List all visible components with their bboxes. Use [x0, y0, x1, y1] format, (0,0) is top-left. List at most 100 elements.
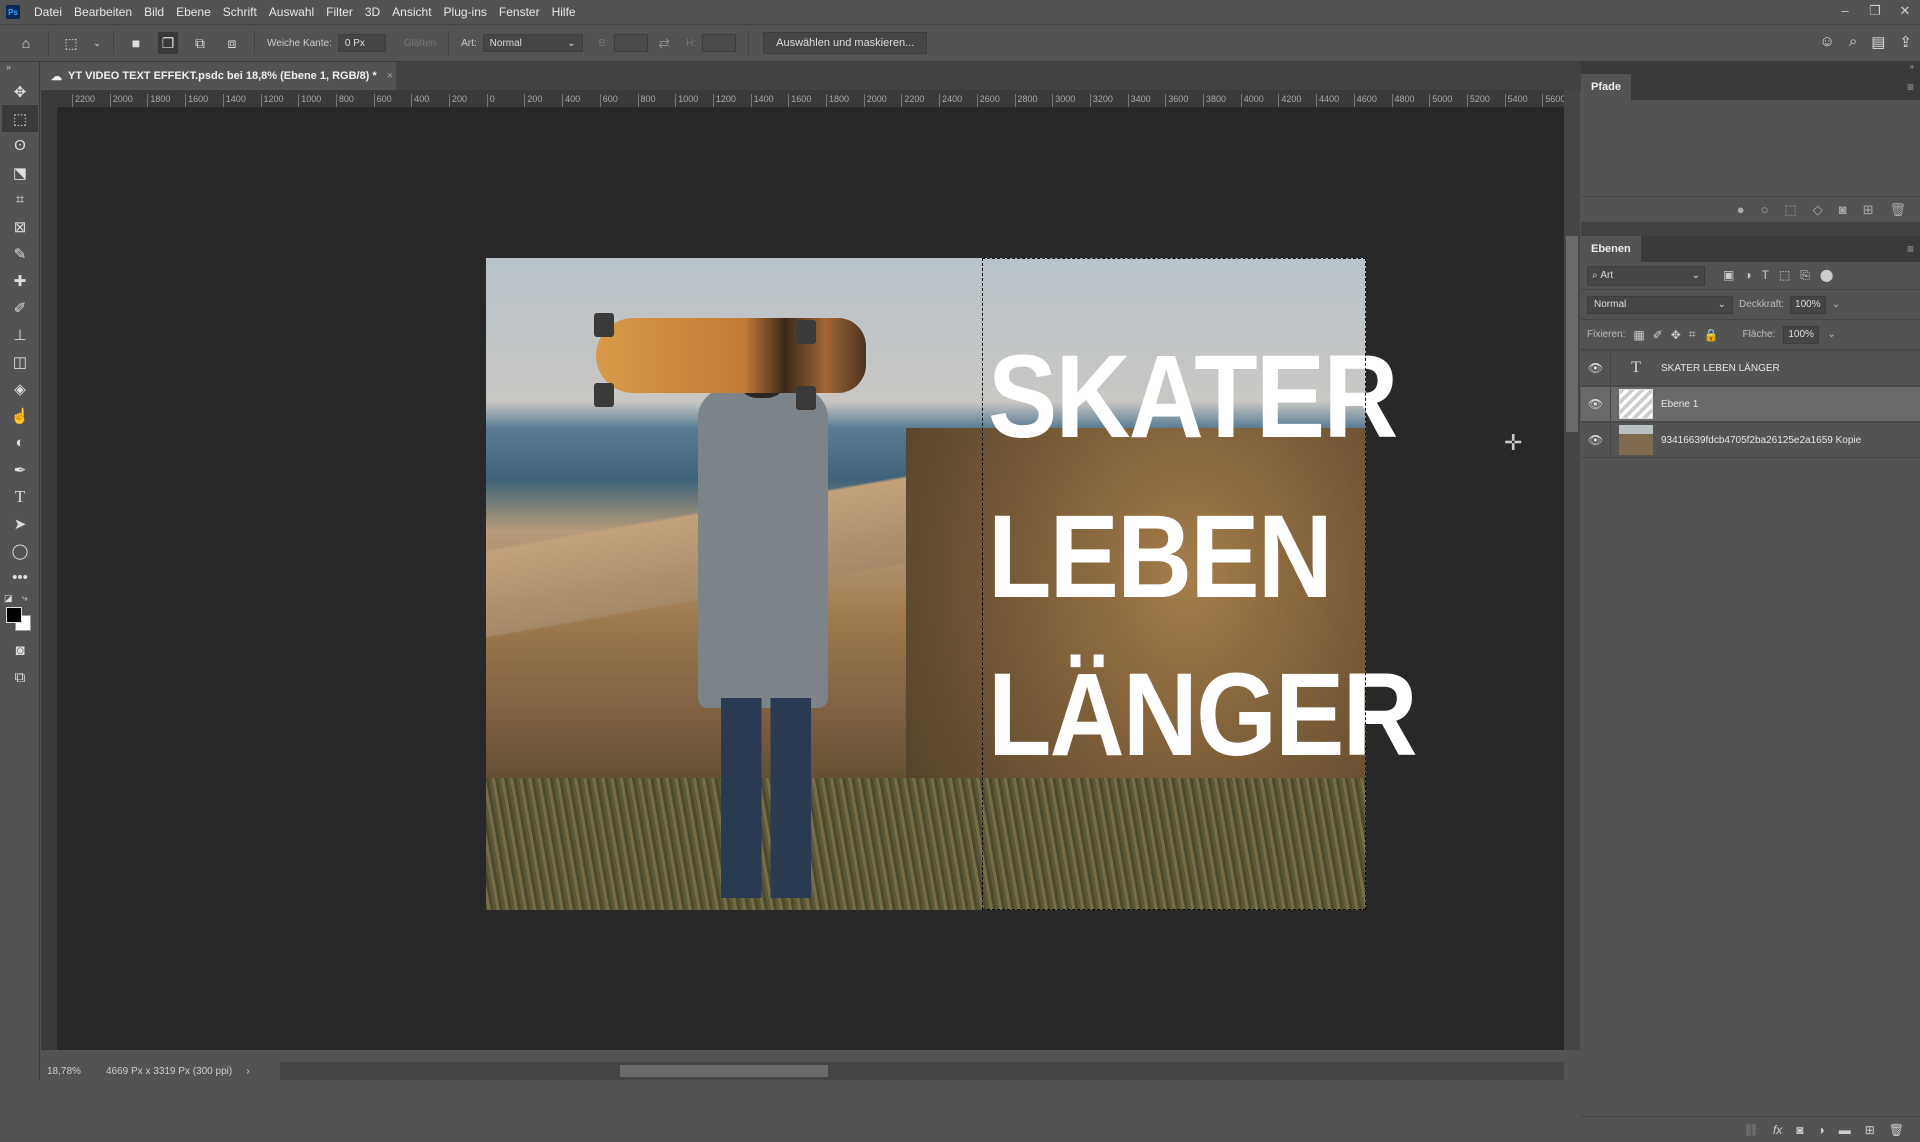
layer-row-ebene-1[interactable]: 👁 Ebene 1	[1581, 386, 1920, 422]
layer-name[interactable]: Ebene 1	[1661, 399, 1698, 410]
panel-menu-icon[interactable]: ≡	[1907, 80, 1914, 94]
visibility-eye-icon[interactable]: 👁	[1581, 387, 1611, 421]
fill-input[interactable]: 100%	[1783, 325, 1820, 344]
share-user-icon[interactable]: ☺	[1820, 33, 1835, 51]
lasso-tool-icon[interactable]: ʘ	[2, 132, 38, 159]
eyedropper-tool-icon[interactable]: ✎	[2, 240, 38, 267]
menu-bearbeiten[interactable]: Bearbeiten	[74, 5, 132, 19]
fx-icon[interactable]: fx	[1773, 1123, 1782, 1137]
lock-artboard-icon[interactable]: ⌗	[1689, 327, 1696, 342]
crop-tool-icon[interactable]: ⌗	[2, 186, 38, 213]
adjustment-layer-icon[interactable]: ◑	[1817, 1123, 1824, 1137]
share-icon[interactable]: ⇪	[1899, 33, 1912, 51]
chevron-right-icon[interactable]: ›	[246, 1066, 249, 1077]
close-window-button[interactable]: ✕	[1890, 0, 1920, 22]
make-work-path-icon[interactable]: ◇	[1813, 202, 1823, 218]
home-icon[interactable]: ⌂	[16, 32, 36, 54]
horizontal-scrollbar[interactable]	[280, 1062, 1564, 1080]
layer-row-smart-object[interactable]: 👁 93416639fdcb4705f2ba26125e2a1659 Kopie	[1581, 422, 1920, 458]
opacity-input[interactable]: 100%	[1790, 295, 1827, 314]
marquee-selection[interactable]	[982, 258, 1366, 910]
collapse-panel-icon[interactable]: »	[1581, 62, 1920, 74]
document-tab[interactable]: ☁ YT VIDEO TEXT EFFEKT.psdc bei 18,8% (E…	[41, 62, 396, 90]
chevron-down-icon[interactable]: ⌄	[1827, 329, 1835, 340]
lock-pixels-icon[interactable]: ✐	[1653, 328, 1663, 342]
chevron-down-icon[interactable]: ⌄	[1832, 299, 1840, 310]
delete-path-icon[interactable]: 🗑	[1889, 202, 1906, 218]
path-selection-tool-icon[interactable]: ➤	[2, 510, 38, 537]
swap-icon[interactable]: ⇄	[654, 32, 674, 54]
fill-path-icon[interactable]: ●	[1737, 202, 1745, 217]
zoom-level[interactable]: 18,78%	[41, 1066, 96, 1077]
menu-schrift[interactable]: Schrift	[223, 5, 257, 19]
lock-transparency-icon[interactable]: ▦	[1633, 328, 1644, 342]
filter-shape-icon[interactable]: ⬚	[1779, 268, 1790, 283]
chevron-down-icon[interactable]: ⌄	[93, 32, 101, 54]
layer-name[interactable]: SKATER LEBEN LÄNGER	[1661, 363, 1780, 374]
style-select[interactable]: Normal ⌄	[482, 34, 583, 52]
foreground-color[interactable]	[6, 607, 22, 623]
menu-3d[interactable]: 3D	[365, 5, 380, 19]
menu-ebene[interactable]: Ebene	[176, 5, 211, 19]
layers-tab[interactable]: Ebenen	[1581, 236, 1641, 262]
visibility-eye-icon[interactable]: 👁	[1581, 423, 1611, 457]
antialias-checkbox[interactable]: Glätten	[404, 38, 436, 49]
new-selection-icon[interactable]: ■	[126, 32, 146, 54]
layer-row-text[interactable]: 👁 T SKATER LEBEN LÄNGER	[1581, 350, 1920, 386]
menu-hilfe[interactable]: Hilfe	[552, 5, 576, 19]
menu-plugins[interactable]: Plug-ins	[444, 5, 487, 19]
subtract-from-selection-icon[interactable]: ⧉	[190, 32, 210, 54]
vertical-scroll-thumb[interactable]	[1566, 236, 1578, 432]
menu-fenster[interactable]: Fenster	[499, 5, 540, 19]
swap-colors-icon[interactable]: ⤷	[22, 593, 28, 604]
search-icon[interactable]: ⌕	[1849, 33, 1857, 51]
restore-button[interactable]: ❐	[1860, 0, 1890, 22]
brush-tool-icon[interactable]: ✐	[2, 294, 38, 321]
rect-marquee-tool-icon[interactable]: ⬚	[2, 105, 38, 132]
blend-mode-select[interactable]: Normal ⌄	[1587, 295, 1733, 314]
menu-ansicht[interactable]: Ansicht	[392, 5, 431, 19]
visibility-eye-icon[interactable]: 👁	[1581, 351, 1611, 385]
object-selection-tool-icon[interactable]: ⬔	[2, 159, 38, 186]
default-colors-icon[interactable]: ◪	[4, 593, 13, 604]
screen-mode-icon[interactable]: ⧉	[2, 664, 38, 691]
more-tools-icon[interactable]: •••	[2, 564, 38, 591]
feather-input[interactable]: 0 Px	[337, 34, 386, 52]
vertical-scrollbar[interactable]	[1564, 90, 1580, 1050]
layer-name[interactable]: 93416639fdcb4705f2ba26125e2a1659 Kopie	[1661, 435, 1861, 446]
menu-auswahl[interactable]: Auswahl	[269, 5, 314, 19]
pen-tool-icon[interactable]: ✒	[2, 456, 38, 483]
horizontal-scroll-thumb[interactable]	[620, 1065, 828, 1077]
dodge-tool-icon[interactable]: ◐	[2, 429, 38, 456]
paths-tab[interactable]: Pfade	[1581, 74, 1631, 100]
horizontal-ruler[interactable]: 2200 2000 1800 1600 1400 1200 1000 800 600 400 200…	[58, 90, 1564, 108]
move-tool-icon[interactable]: ✥	[2, 78, 38, 105]
new-group-icon[interactable]: ▬	[1839, 1123, 1851, 1137]
ellipse-tool-icon[interactable]: ◯	[2, 537, 38, 564]
type-tool-icon[interactable]: T	[2, 483, 38, 510]
new-path-icon[interactable]: ⊞	[1863, 202, 1874, 218]
height-input[interactable]	[702, 34, 737, 52]
new-layer-icon[interactable]: ⊞	[1865, 1123, 1875, 1137]
close-tab-icon[interactable]: ×	[387, 70, 393, 82]
workspace-icon[interactable]: ▤	[1871, 33, 1885, 51]
document-info[interactable]: 4669 Px x 3319 Px (300 ppi)	[96, 1066, 232, 1077]
quick-mask-icon[interactable]: ◙	[2, 637, 38, 664]
link-layers-icon[interactable]: ⛓	[1744, 1123, 1759, 1137]
clone-stamp-tool-icon[interactable]: ⊥	[2, 321, 38, 348]
filter-type-icon[interactable]: T	[1762, 268, 1769, 283]
frame-tool-icon[interactable]: ⊠	[2, 213, 38, 240]
menu-datei[interactable]: Datei	[34, 5, 62, 19]
stroke-path-icon[interactable]: ○	[1761, 202, 1769, 217]
layer-filter-select[interactable]: ⌕ Art ⌄	[1587, 265, 1705, 286]
minimize-button[interactable]: –	[1830, 0, 1860, 22]
add-layer-mask-icon[interactable]: ◙	[1796, 1123, 1803, 1137]
select-and-mask-button[interactable]: Auswählen und maskieren...	[763, 32, 928, 54]
menu-bild[interactable]: Bild	[144, 5, 164, 19]
add-to-selection-icon[interactable]: ❐	[158, 32, 178, 54]
intersect-selection-icon[interactable]: ⧈	[222, 32, 242, 54]
add-mask-icon[interactable]: ◙	[1839, 202, 1847, 217]
filter-toggle-icon[interactable]: ⬤	[1820, 268, 1833, 283]
panel-menu-icon[interactable]: ≡	[1907, 242, 1914, 256]
filter-smart-object-icon[interactable]: ⎘	[1800, 268, 1810, 283]
